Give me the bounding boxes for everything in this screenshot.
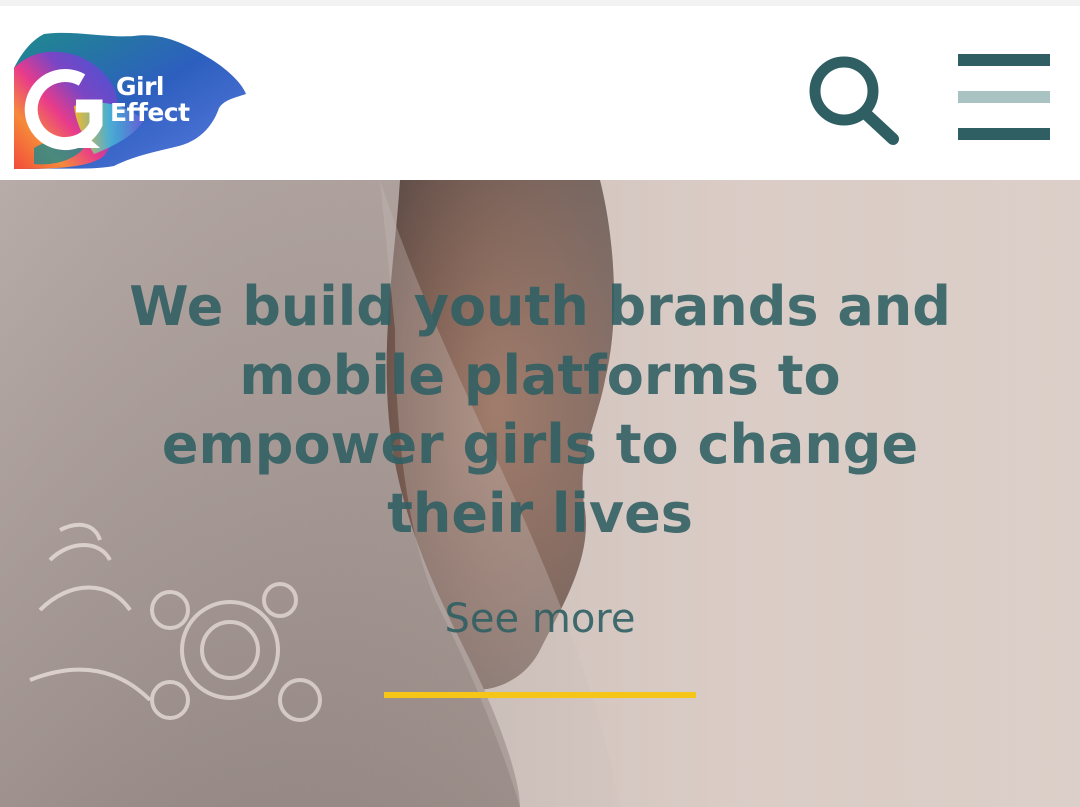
search-button[interactable] bbox=[806, 52, 902, 148]
site-header: Girl Effect bbox=[0, 0, 1080, 180]
page: Girl Effect We build youth brands and mo… bbox=[0, 0, 1080, 807]
menu-bar-middle bbox=[958, 91, 1050, 103]
menu-bar-bottom bbox=[958, 128, 1050, 140]
girl-effect-logo[interactable]: Girl Effect bbox=[14, 28, 249, 170]
search-icon bbox=[809, 56, 899, 145]
see-more-link[interactable]: See more bbox=[340, 594, 740, 644]
menu-button[interactable] bbox=[958, 54, 1050, 142]
hamburger-menu-icon bbox=[958, 54, 1050, 66]
logo-text-effect: Effect bbox=[110, 98, 190, 127]
see-more-underline bbox=[384, 692, 696, 698]
hero-headline: We build youth brands and mobile platfor… bbox=[129, 275, 951, 545]
hero-section: We build youth brands and mobile platfor… bbox=[0, 180, 1080, 807]
logo-text-girl: Girl bbox=[116, 72, 165, 101]
